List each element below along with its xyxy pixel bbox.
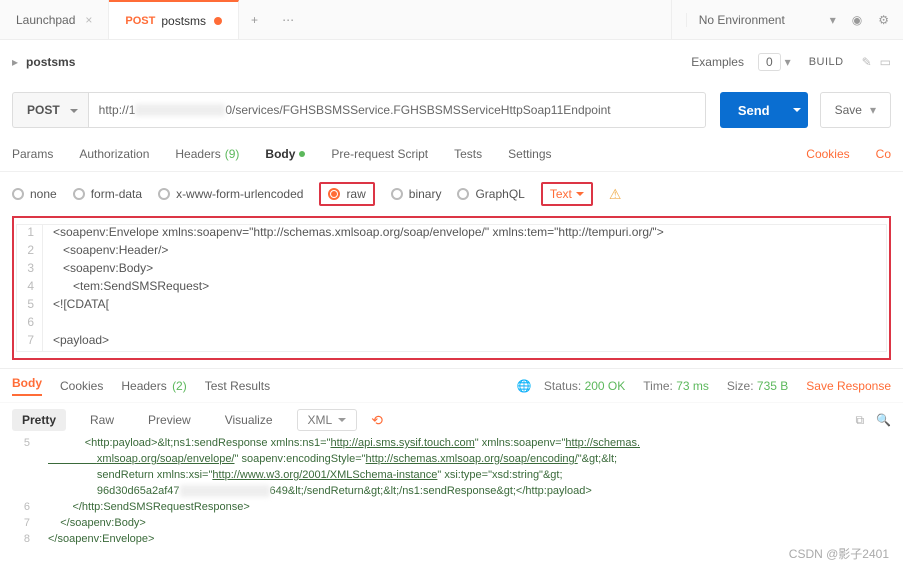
- save-button[interactable]: Save▾: [820, 92, 891, 128]
- radio-binary[interactable]: binary: [391, 187, 442, 201]
- request-name: postsms: [26, 55, 75, 69]
- request-title-row: ▸ postsms Examples 0 ▾ BUILD ✎ ▭: [0, 40, 903, 84]
- editor-highlight: 1<soapenv:Envelope xmlns:soapenv="http:/…: [12, 216, 891, 360]
- url-prefix: http://1: [99, 103, 136, 117]
- method-value: POST: [27, 103, 60, 117]
- restab-body[interactable]: Body: [12, 376, 42, 396]
- code-line: <soapenv:Envelope xmlns:soapenv="http://…: [43, 225, 664, 243]
- build-button[interactable]: BUILD: [809, 56, 844, 68]
- url-row: POST http://1 0/services/FGHSBSMSService…: [0, 84, 903, 136]
- edit-icon[interactable]: ✎: [862, 55, 872, 69]
- url-suffix: 0/services/FGHSBSMSService.FGHSBSMSServi…: [225, 103, 610, 117]
- restab-tests[interactable]: Test Results: [205, 379, 270, 393]
- tab-request[interactable]: POST postsms: [109, 0, 239, 39]
- save-label: Save: [835, 103, 862, 117]
- add-tab-button[interactable]: +: [239, 13, 270, 27]
- response-line: <http:payload>&lt;ns1:sendResponse xmlns…: [38, 437, 640, 453]
- status-meta: Status: 200 OK: [544, 379, 625, 393]
- tab-tests[interactable]: Tests: [454, 136, 482, 171]
- request-body-editor[interactable]: 1<soapenv:Envelope xmlns:soapenv="http:/…: [16, 224, 887, 352]
- line-number: 1: [17, 225, 43, 243]
- response-view-row: Pretty Raw Preview Visualize XML ⟲ ⧉ 🔍: [0, 402, 903, 437]
- environment-area: No Environment ▾ ◉ ⚙: [671, 0, 903, 39]
- url-input[interactable]: http://1 0/services/FGHSBSMSService.FGHS…: [88, 92, 706, 128]
- search-icon[interactable]: 🔍: [876, 413, 891, 428]
- wrap-icon[interactable]: ⟲: [371, 412, 383, 429]
- warning-icon[interactable]: ⚠: [609, 186, 622, 203]
- radio-urlencoded[interactable]: x-www-form-urlencoded: [158, 187, 303, 201]
- restab-cookies[interactable]: Cookies: [60, 379, 103, 393]
- request-tabs: Params Authorization Headers(9) Body Pre…: [0, 136, 903, 172]
- size-meta: Size: 735 B: [727, 379, 788, 393]
- view-pretty[interactable]: Pretty: [12, 409, 66, 431]
- settings-icon[interactable]: ⚙: [878, 13, 889, 27]
- body-type-row: none form-data x-www-form-urlencoded raw…: [0, 172, 903, 214]
- time-meta: Time: 73 ms: [643, 379, 709, 393]
- response-format-select[interactable]: XML: [297, 409, 358, 431]
- save-response-button[interactable]: Save Response: [806, 379, 891, 393]
- globe-icon[interactable]: 🌐: [517, 379, 532, 393]
- tab-overflow-button[interactable]: ⋯: [270, 13, 306, 27]
- tab-headers[interactable]: Headers(9): [175, 136, 239, 171]
- send-label: Send: [738, 103, 770, 118]
- radio-formdata[interactable]: form-data: [73, 187, 142, 201]
- radio-graphql[interactable]: GraphQL: [457, 187, 524, 201]
- response-body-viewer[interactable]: 5 <http:payload>&lt;ns1:sendResponse xml…: [0, 437, 903, 553]
- eye-icon[interactable]: ◉: [852, 13, 862, 27]
- code-link[interactable]: Co: [876, 147, 891, 161]
- send-dropdown[interactable]: [786, 92, 808, 128]
- unsaved-dot-icon: [214, 17, 222, 25]
- watermark: CSDN @影子2401: [789, 545, 889, 562]
- tab-authorization[interactable]: Authorization: [79, 136, 149, 171]
- body-dot-icon: [299, 151, 305, 157]
- cookies-link[interactable]: Cookies: [806, 147, 849, 161]
- redacted-value: [180, 485, 270, 497]
- restab-headers[interactable]: Headers (2): [121, 379, 186, 393]
- tab-params[interactable]: Params: [12, 136, 53, 171]
- top-tabbar: Launchpad × POST postsms + ⋯ No Environme…: [0, 0, 903, 40]
- raw-highlighted: raw: [319, 182, 374, 206]
- comment-icon[interactable]: ▭: [880, 55, 891, 69]
- tab-body[interactable]: Body: [265, 136, 305, 171]
- response-tabs: Body Cookies Headers (2) Test Results 🌐 …: [0, 368, 903, 402]
- tab-method: POST: [125, 15, 155, 27]
- tab-label: Launchpad: [16, 13, 75, 27]
- close-icon[interactable]: ×: [85, 13, 92, 27]
- body-format-select[interactable]: Text: [550, 187, 584, 201]
- copy-icon[interactable]: ⧉: [855, 413, 864, 428]
- tab-settings[interactable]: Settings: [508, 136, 551, 171]
- tab-label: postsms: [161, 14, 206, 28]
- chevron-right-icon[interactable]: ▸: [12, 55, 18, 69]
- chevron-down-icon[interactable]: ▾: [785, 55, 791, 69]
- format-highlighted: Text: [541, 182, 593, 206]
- view-preview[interactable]: Preview: [138, 409, 201, 431]
- method-select[interactable]: POST: [12, 92, 88, 128]
- radio-none[interactable]: none: [12, 187, 57, 201]
- view-raw[interactable]: Raw: [80, 409, 124, 431]
- environment-select[interactable]: No Environment ▾: [686, 13, 836, 27]
- tab-launchpad[interactable]: Launchpad ×: [0, 0, 109, 39]
- send-button[interactable]: Send: [720, 92, 789, 128]
- radio-raw[interactable]: raw: [328, 187, 365, 201]
- examples-count[interactable]: 0: [758, 53, 781, 71]
- view-visualize[interactable]: Visualize: [215, 409, 283, 431]
- examples-label: Examples: [691, 55, 744, 69]
- tab-prerequest[interactable]: Pre-request Script: [331, 136, 428, 171]
- redacted-host: [135, 104, 225, 116]
- environment-label: No Environment: [699, 13, 785, 27]
